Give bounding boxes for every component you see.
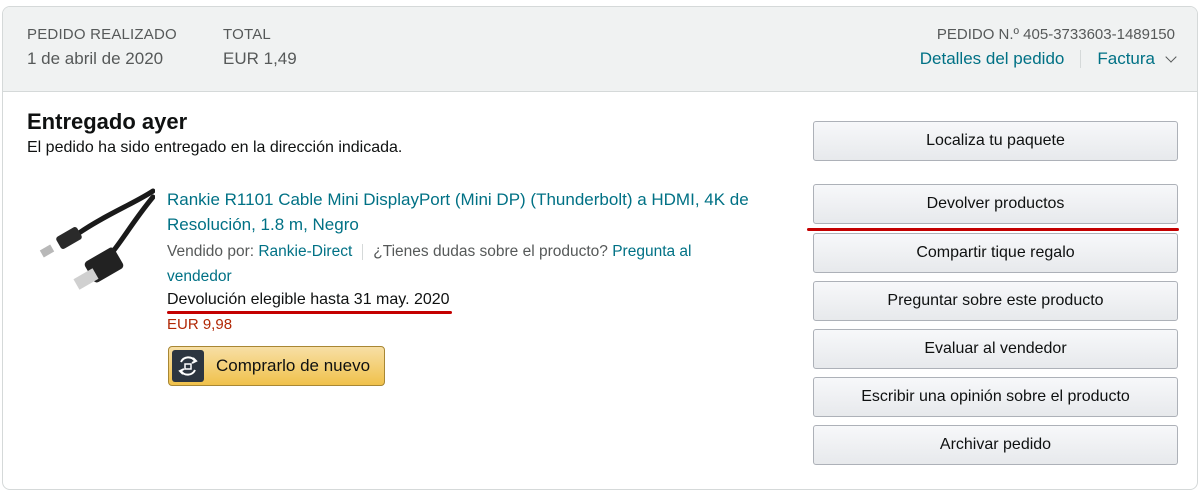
order-header-links: Detalles del pedido Factura bbox=[920, 49, 1177, 69]
header-divider bbox=[1080, 50, 1082, 68]
return-items-button[interactable]: Devolver productos bbox=[813, 184, 1178, 224]
order-header: PEDIDO REALIZADO 1 de abril de 2020 TOTA… bbox=[3, 7, 1197, 92]
track-package-button[interactable]: Localiza tu paquete bbox=[813, 121, 1178, 161]
ask-product-question-button[interactable]: Preguntar sobre este producto bbox=[813, 281, 1178, 321]
product-thumbnail[interactable] bbox=[35, 185, 155, 295]
buy-again-label: Comprarlo de nuevo bbox=[216, 356, 371, 375]
order-placed-date: 1 de abril de 2020 bbox=[27, 49, 164, 68]
invoice-link[interactable]: Factura bbox=[1097, 49, 1155, 69]
return-eligibility: Devolución elegible hasta 31 may. 2020 bbox=[167, 291, 450, 308]
order-total-label: TOTAL bbox=[223, 26, 271, 43]
seller-link[interactable]: Rankie-Direct bbox=[258, 243, 352, 260]
archive-order-button[interactable]: Archivar pedido bbox=[813, 425, 1178, 465]
order-number: PEDIDO N.º 405-3733603-1489150 bbox=[936, 26, 1175, 43]
product-price: EUR 9,98 bbox=[167, 316, 233, 333]
order-card: PEDIDO REALIZADO 1 de abril de 2020 TOTA… bbox=[2, 6, 1198, 490]
sold-by-label: Vendido por: bbox=[167, 243, 255, 260]
annotation-underline bbox=[167, 311, 452, 314]
rate-seller-button[interactable]: Evaluar al vendedor bbox=[813, 329, 1178, 369]
product-question-text: ¿Tienes dudas sobre el producto? bbox=[373, 243, 608, 260]
delivery-status-title: Entregado ayer bbox=[27, 109, 188, 134]
delivery-status-detail: El pedido ha sido entregado en la direcc… bbox=[27, 139, 403, 156]
write-review-button[interactable]: Escribir una opinión sobre el producto bbox=[813, 377, 1178, 417]
order-details-link[interactable]: Detalles del pedido bbox=[920, 49, 1065, 69]
buy-again-button[interactable]: Comprarlo de nuevo bbox=[168, 346, 385, 386]
order-total-value: EUR 1,49 bbox=[223, 49, 297, 68]
order-placed-label: PEDIDO REALIZADO bbox=[27, 26, 177, 43]
buy-again-icon bbox=[172, 350, 204, 382]
share-gift-receipt-button[interactable]: Compartir tique regalo bbox=[813, 233, 1178, 273]
chevron-down-icon[interactable] bbox=[1165, 50, 1177, 63]
annotation-underline bbox=[807, 228, 1179, 231]
product-title-link[interactable]: Rankie R1101 Cable Mini DisplayPort (Min… bbox=[167, 187, 767, 237]
seller-divider bbox=[362, 243, 364, 260]
seller-info: Vendido por: Rankie-Direct ¿Tienes dudas … bbox=[167, 239, 737, 289]
